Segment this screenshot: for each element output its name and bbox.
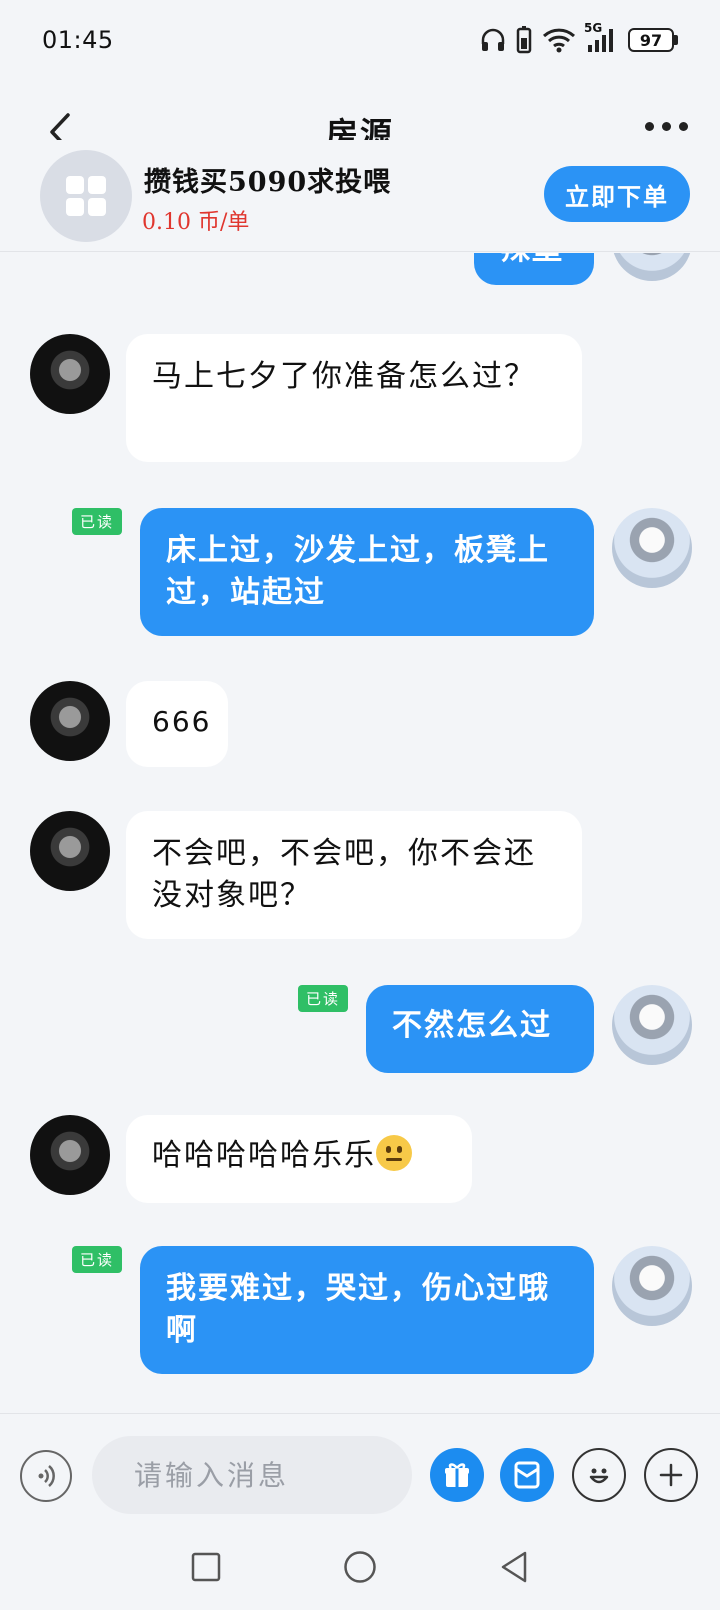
message-bubble[interactable]: 马上七夕了你准备怎么过？ <box>126 334 582 462</box>
contact-avatar[interactable] <box>30 681 110 761</box>
contact-avatar[interactable] <box>30 334 110 414</box>
phone-battery-icon <box>516 26 532 54</box>
self-avatar[interactable] <box>612 253 692 281</box>
gift-icon <box>445 1463 469 1487</box>
circle-icon <box>344 1551 376 1583</box>
message-outgoing: 辣堡 <box>0 253 720 293</box>
red-envelope-icon <box>514 1461 540 1489</box>
neutral-face-emoji-icon <box>376 1135 412 1171</box>
emoji-icon <box>589 1468 609 1484</box>
system-navigation-bar <box>0 1533 720 1610</box>
self-avatar[interactable] <box>612 1246 692 1326</box>
message-input-bar <box>0 1413 720 1533</box>
cell-signal: 5G <box>584 21 618 53</box>
red-envelope-button[interactable] <box>500 1448 554 1502</box>
message-bubble[interactable]: 哈哈哈哈哈乐乐 <box>126 1115 472 1203</box>
square-icon <box>191 1552 221 1582</box>
read-badge: 已读 <box>298 985 349 1012</box>
order-bar: 攒钱买5090求投喂 0.10 币/单 立即下单 <box>0 140 720 252</box>
message-bubble[interactable]: 我要难过，哭过，伤心过哦啊 <box>140 1246 594 1374</box>
headphones-icon <box>481 28 505 51</box>
contact-avatar[interactable] <box>30 1115 110 1195</box>
status-bar: 01:45 5G 97 <box>0 0 720 80</box>
message-bubble[interactable]: 666 <box>126 681 228 767</box>
triangle-back-icon <box>501 1551 527 1583</box>
status-icons: 5G 97 <box>480 21 678 54</box>
home-button[interactable] <box>340 1547 380 1587</box>
message-bubble[interactable]: 床上过，沙发上过，板凳上过，站起过 <box>140 508 594 636</box>
emoji-button[interactable] <box>572 1448 626 1502</box>
message-bubble[interactable]: 辣堡 <box>474 253 594 285</box>
back-nav-button[interactable] <box>494 1547 534 1587</box>
battery-icon: 97 <box>628 28 678 52</box>
product-name: 攒钱买5090求投喂 <box>144 167 392 198</box>
plus-icon <box>659 1463 683 1487</box>
contact-avatar[interactable] <box>30 811 110 891</box>
chat-list[interactable]: 辣堡 马上七夕了你准备怎么过？ 已读 床上过，沙发上过，板凳上过，站起过 666… <box>0 253 720 1413</box>
self-avatar[interactable] <box>612 508 692 588</box>
battery-level: 97 <box>628 28 674 52</box>
read-badge: 已读 <box>72 508 123 535</box>
message-bubble[interactable]: 不然怎么过 <box>366 985 594 1073</box>
network-label: 5G <box>584 21 603 35</box>
plus-button[interactable] <box>644 1448 698 1502</box>
more-dots-icon <box>645 121 654 131</box>
voice-icon <box>38 1465 55 1487</box>
voice-button[interactable] <box>20 1450 72 1502</box>
product-price: 0.10 币/单 <box>142 210 250 235</box>
recent-apps-button[interactable] <box>186 1547 226 1587</box>
more-button[interactable] <box>645 116 688 136</box>
order-now-button[interactable]: 立即下单 <box>544 166 690 222</box>
message-input[interactable] <box>92 1436 412 1514</box>
self-avatar[interactable] <box>612 985 692 1065</box>
wifi-icon <box>542 28 576 53</box>
message-bubble[interactable]: 不会吧，不会吧，你不会还没对象吧？ <box>126 811 582 939</box>
gift-button[interactable] <box>430 1448 484 1502</box>
message-text: 哈哈哈哈哈乐乐 <box>152 1138 376 1173</box>
product-thumbnail[interactable] <box>40 150 132 242</box>
status-time: 01:45 <box>42 26 114 54</box>
read-badge: 已读 <box>72 1246 123 1273</box>
apps-grid-icon <box>66 176 106 216</box>
